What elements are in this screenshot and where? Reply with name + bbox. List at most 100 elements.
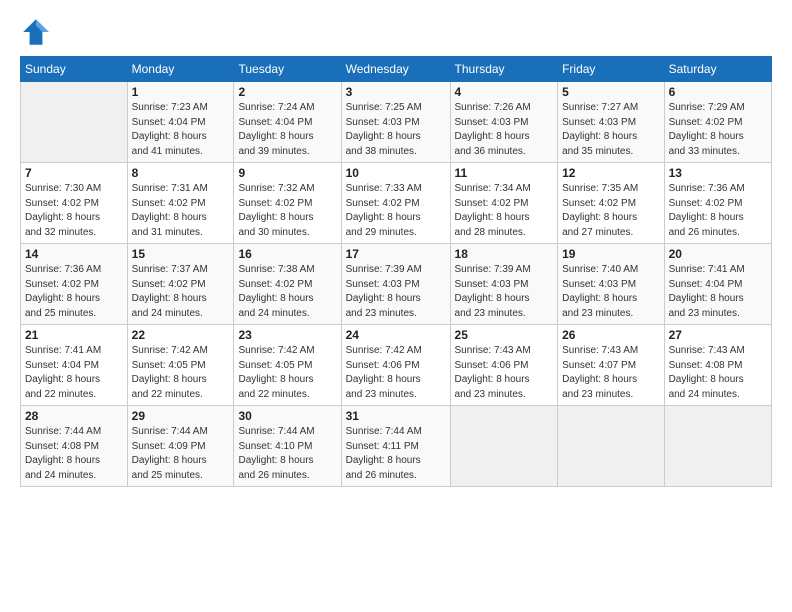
day-info: Sunrise: 7:25 AM Sunset: 4:03 PM Dayligh… — [346, 101, 446, 159]
calendar-cell: 14 Sunrise: 7:36 AM Sunset: 4:02 PM Dayli… — [21, 244, 128, 325]
day-number: 7 — [25, 166, 123, 180]
calendar-cell: 2 Sunrise: 7:24 AM Sunset: 4:04 PM Daylig… — [234, 82, 341, 163]
day-number: 21 — [25, 328, 123, 342]
day-info: Sunrise: 7:37 AM Sunset: 4:02 PM Dayligh… — [132, 263, 230, 321]
calendar-cell: 6 Sunrise: 7:29 AM Sunset: 4:02 PM Daylig… — [664, 82, 771, 163]
day-number: 5 — [562, 85, 659, 99]
day-number: 30 — [238, 409, 336, 423]
day-number: 18 — [455, 247, 554, 261]
day-number: 11 — [455, 166, 554, 180]
day-number: 14 — [25, 247, 123, 261]
day-info: Sunrise: 7:27 AM Sunset: 4:03 PM Dayligh… — [562, 101, 659, 159]
calendar-cell: 9 Sunrise: 7:32 AM Sunset: 4:02 PM Daylig… — [234, 163, 341, 244]
calendar-cell: 15 Sunrise: 7:37 AM Sunset: 4:02 PM Dayli… — [127, 244, 234, 325]
day-info: Sunrise: 7:42 AM Sunset: 4:05 PM Dayligh… — [132, 344, 230, 402]
calendar-week-2: 7 Sunrise: 7:30 AM Sunset: 4:02 PM Daylig… — [21, 163, 772, 244]
calendar-cell: 31 Sunrise: 7:44 AM Sunset: 4:11 PM Dayli… — [341, 406, 450, 487]
day-info: Sunrise: 7:41 AM Sunset: 4:04 PM Dayligh… — [25, 344, 123, 402]
day-number: 4 — [455, 85, 554, 99]
day-info: Sunrise: 7:44 AM Sunset: 4:08 PM Dayligh… — [25, 425, 123, 483]
day-number: 3 — [346, 85, 446, 99]
calendar-cell: 25Sunrise: 7:43 AM Sunset: 4:06 PM Dayli… — [450, 325, 558, 406]
calendar-cell: 1Sunrise: 7:23 AM Sunset: 4:04 PM Daylig… — [127, 82, 234, 163]
day-number: 22 — [132, 328, 230, 342]
day-number: 31 — [346, 409, 446, 423]
header — [20, 16, 772, 48]
day-number: 27 — [669, 328, 767, 342]
day-number: 24 — [346, 328, 446, 342]
day-info: Sunrise: 7:36 AM Sunset: 4:02 PM Dayligh… — [669, 182, 767, 240]
calendar-header-thursday: Thursday — [450, 57, 558, 82]
calendar-cell — [450, 406, 558, 487]
day-info: Sunrise: 7:29 AM Sunset: 4:02 PM Dayligh… — [669, 101, 767, 159]
calendar-cell: 18 Sunrise: 7:39 AM Sunset: 4:03 PM Dayli… — [450, 244, 558, 325]
day-info: Sunrise: 7:35 AM Sunset: 4:02 PM Dayligh… — [562, 182, 659, 240]
day-info: Sunrise: 7:44 AM Sunset: 4:10 PM Dayligh… — [238, 425, 336, 483]
day-info: Sunrise: 7:44 AM Sunset: 4:09 PM Dayligh… — [132, 425, 230, 483]
calendar-week-3: 14 Sunrise: 7:36 AM Sunset: 4:02 PM Dayli… — [21, 244, 772, 325]
day-info: Sunrise: 7:31 AM Sunset: 4:02 PM Dayligh… — [132, 182, 230, 240]
calendar-table: SundayMondayTuesdayWednesdayThursdayFrid… — [20, 56, 772, 487]
calendar-header-wednesday: Wednesday — [341, 57, 450, 82]
day-number: 17 — [346, 247, 446, 261]
calendar-header-tuesday: Tuesday — [234, 57, 341, 82]
calendar-cell: 23Sunrise: 7:42 AM Sunset: 4:05 PM Dayli… — [234, 325, 341, 406]
day-number: 15 — [132, 247, 230, 261]
page-container: SundayMondayTuesdayWednesdayThursdayFrid… — [0, 0, 792, 497]
calendar-cell: 21 Sunrise: 7:41 AM Sunset: 4:04 PM Dayli… — [21, 325, 128, 406]
calendar-cell: 7 Sunrise: 7:30 AM Sunset: 4:02 PM Daylig… — [21, 163, 128, 244]
logo — [20, 16, 56, 48]
day-info: Sunrise: 7:34 AM Sunset: 4:02 PM Dayligh… — [455, 182, 554, 240]
day-info: Sunrise: 7:44 AM Sunset: 4:11 PM Dayligh… — [346, 425, 446, 483]
day-info: Sunrise: 7:36 AM Sunset: 4:02 PM Dayligh… — [25, 263, 123, 321]
day-number: 2 — [238, 85, 336, 99]
calendar-cell: 11 Sunrise: 7:34 AM Sunset: 4:02 PM Dayli… — [450, 163, 558, 244]
calendar-cell: 24 Sunrise: 7:42 AM Sunset: 4:06 PM Dayli… — [341, 325, 450, 406]
day-number: 23 — [238, 328, 336, 342]
day-info: Sunrise: 7:41 AM Sunset: 4:04 PM Dayligh… — [669, 263, 767, 321]
day-number: 10 — [346, 166, 446, 180]
day-number: 6 — [669, 85, 767, 99]
day-number: 8 — [132, 166, 230, 180]
calendar-cell: 4 Sunrise: 7:26 AM Sunset: 4:03 PM Daylig… — [450, 82, 558, 163]
calendar-cell: 20 Sunrise: 7:41 AM Sunset: 4:04 PM Dayli… — [664, 244, 771, 325]
calendar-cell: 10 Sunrise: 7:33 AM Sunset: 4:02 PM Dayli… — [341, 163, 450, 244]
calendar-cell: 12Sunrise: 7:35 AM Sunset: 4:02 PM Dayli… — [558, 163, 664, 244]
day-number: 9 — [238, 166, 336, 180]
calendar-cell: 19Sunrise: 7:40 AM Sunset: 4:03 PM Dayli… — [558, 244, 664, 325]
day-info: Sunrise: 7:32 AM Sunset: 4:02 PM Dayligh… — [238, 182, 336, 240]
calendar-cell: 26Sunrise: 7:43 AM Sunset: 4:07 PM Dayli… — [558, 325, 664, 406]
calendar-cell: 5 Sunrise: 7:27 AM Sunset: 4:03 PM Daylig… — [558, 82, 664, 163]
calendar-cell: 3 Sunrise: 7:25 AM Sunset: 4:03 PM Daylig… — [341, 82, 450, 163]
calendar-header-sunday: Sunday — [21, 57, 128, 82]
day-number: 26 — [562, 328, 659, 342]
day-info: Sunrise: 7:39 AM Sunset: 4:03 PM Dayligh… — [455, 263, 554, 321]
calendar-week-5: 28Sunrise: 7:44 AM Sunset: 4:08 PM Dayli… — [21, 406, 772, 487]
day-info: Sunrise: 7:24 AM Sunset: 4:04 PM Dayligh… — [238, 101, 336, 159]
calendar-cell — [558, 406, 664, 487]
calendar-cell: 27 Sunrise: 7:43 AM Sunset: 4:08 PM Dayli… — [664, 325, 771, 406]
day-number: 16 — [238, 247, 336, 261]
day-info: Sunrise: 7:38 AM Sunset: 4:02 PM Dayligh… — [238, 263, 336, 321]
calendar-cell: 13Sunrise: 7:36 AM Sunset: 4:02 PM Dayli… — [664, 163, 771, 244]
day-info: Sunrise: 7:23 AM Sunset: 4:04 PM Dayligh… — [132, 101, 230, 159]
calendar-header-friday: Friday — [558, 57, 664, 82]
calendar-week-1: 1Sunrise: 7:23 AM Sunset: 4:04 PM Daylig… — [21, 82, 772, 163]
calendar-header-row: SundayMondayTuesdayWednesdayThursdayFrid… — [21, 57, 772, 82]
calendar-cell: 28Sunrise: 7:44 AM Sunset: 4:08 PM Dayli… — [21, 406, 128, 487]
calendar-header-monday: Monday — [127, 57, 234, 82]
day-info: Sunrise: 7:42 AM Sunset: 4:06 PM Dayligh… — [346, 344, 446, 402]
calendar-cell — [664, 406, 771, 487]
day-number: 19 — [562, 247, 659, 261]
calendar-cell: 30 Sunrise: 7:44 AM Sunset: 4:10 PM Dayli… — [234, 406, 341, 487]
day-info: Sunrise: 7:26 AM Sunset: 4:03 PM Dayligh… — [455, 101, 554, 159]
calendar-cell: 17Sunrise: 7:39 AM Sunset: 4:03 PM Dayli… — [341, 244, 450, 325]
day-number: 29 — [132, 409, 230, 423]
day-info: Sunrise: 7:33 AM Sunset: 4:02 PM Dayligh… — [346, 182, 446, 240]
calendar-cell: 8 Sunrise: 7:31 AM Sunset: 4:02 PM Daylig… — [127, 163, 234, 244]
calendar-week-4: 21 Sunrise: 7:41 AM Sunset: 4:04 PM Dayli… — [21, 325, 772, 406]
day-number: 20 — [669, 247, 767, 261]
day-info: Sunrise: 7:43 AM Sunset: 4:08 PM Dayligh… — [669, 344, 767, 402]
day-number: 25 — [455, 328, 554, 342]
day-info: Sunrise: 7:30 AM Sunset: 4:02 PM Dayligh… — [25, 182, 123, 240]
